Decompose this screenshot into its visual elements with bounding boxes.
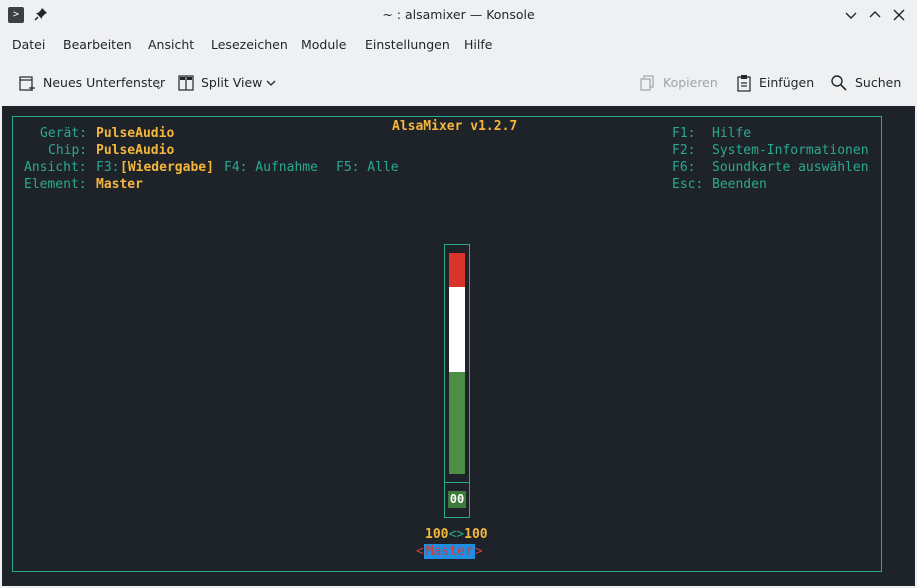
volume-right: 100 — [464, 527, 488, 542]
mute-toggle[interactable]: 00 — [448, 491, 466, 508]
view-f3-key: F3: — [96, 160, 120, 175]
window-title: ~ : alsamixer — Konsole — [382, 7, 535, 22]
key-f6-desc: Soundkarte auswählen — [712, 160, 869, 175]
search-icon — [831, 75, 847, 91]
terminal-area[interactable]: AlsaMixer v1.2.7 Gerät: PulseAudio Chip:… — [2, 106, 915, 586]
channel-arrow-left: < — [416, 544, 424, 559]
copy-icon — [640, 75, 654, 91]
view-f4-capture[interactable]: F4: Aufnahme — [224, 159, 318, 176]
key-f1-desc: Hilfe — [712, 126, 752, 141]
search-label: Suchen — [855, 75, 902, 90]
menu-hilfe[interactable]: Hilfe — [464, 30, 492, 60]
channel-label-row: < Master > — [416, 544, 483, 559]
paste-button[interactable]: Einfügen — [735, 70, 815, 96]
title-bar: > ~ : alsamixer — Konsole — [0, 0, 917, 30]
view-f3-playback[interactable]: [Wiedergabe] — [120, 159, 214, 176]
volume-readout: 100<>100 — [425, 527, 488, 543]
menu-bar: Datei Bearbeiten Ansicht Lesezeichen Mod… — [0, 30, 917, 60]
copy-label: Kopieren — [663, 75, 718, 90]
meter-white-segment — [449, 287, 465, 372]
chip-value: PulseAudio — [96, 143, 175, 158]
maximize-icon[interactable] — [866, 6, 884, 24]
minimize-icon[interactable] — [842, 6, 860, 24]
element-value: Master — [96, 177, 143, 192]
new-tab-icon — [19, 76, 35, 91]
toolbar: Neues Unterfenster ⌄ Split View Kopieren — [0, 62, 917, 104]
meter-separator — [445, 482, 469, 483]
channel-name-master[interactable]: Master — [423, 544, 475, 559]
channel-arrow-right: > — [474, 544, 483, 559]
device-label: Gerät: — [40, 126, 87, 141]
menu-einstellungen[interactable]: Einstellungen — [365, 30, 450, 60]
alsamixer-title: AlsaMixer v1.2.7 — [386, 119, 524, 135]
view-label: Ansicht: — [24, 160, 87, 175]
menu-module[interactable]: Module — [301, 30, 346, 60]
meter-green-segment — [449, 372, 465, 474]
key-esc-desc: Beenden — [712, 177, 767, 192]
konsole-window: > ~ : alsamixer — Konsole Datei Bearbeit… — [0, 0, 917, 588]
new-tab-label: Neues Unterfenster — [43, 75, 166, 90]
key-f2-desc: System-Informationen — [712, 143, 869, 158]
close-icon[interactable] — [890, 6, 908, 24]
key-f6: F6: — [672, 160, 696, 175]
split-view-label: Split View — [201, 75, 263, 90]
split-view-icon — [178, 75, 194, 91]
meter-red-segment — [449, 253, 465, 287]
volume-separator: <> — [448, 527, 465, 542]
copy-button[interactable]: Kopieren — [639, 70, 719, 96]
search-button[interactable]: Suchen — [830, 70, 902, 96]
key-f2: F2: — [672, 143, 696, 158]
split-view-button[interactable]: Split View — [177, 70, 281, 96]
chip-label: Chip: — [48, 143, 88, 158]
volume-left: 100 — [425, 527, 449, 542]
master-volume-meter[interactable]: 00 — [444, 244, 470, 518]
key-esc: Esc: — [672, 177, 704, 192]
paste-icon — [737, 75, 751, 92]
view-f5-all[interactable]: F5: Alle — [336, 159, 399, 176]
device-value: PulseAudio — [96, 126, 175, 141]
new-tab-button[interactable]: Neues Unterfenster ⌄ — [18, 70, 166, 96]
menu-lesezeichen[interactable]: Lesezeichen — [211, 30, 288, 60]
key-f1: F1: — [672, 126, 696, 141]
dropdown-arrow-icon: ⌄ — [155, 82, 163, 92]
chevron-down-icon — [266, 80, 276, 86]
paste-label: Einfügen — [759, 75, 815, 90]
menu-ansicht[interactable]: Ansicht — [148, 30, 194, 60]
menu-bearbeiten[interactable]: Bearbeiten — [63, 30, 132, 60]
alsamixer-frame: AlsaMixer v1.2.7 Gerät: PulseAudio Chip:… — [12, 116, 882, 572]
menu-datei[interactable]: Datei — [12, 30, 45, 60]
element-label: Element: — [24, 177, 87, 192]
